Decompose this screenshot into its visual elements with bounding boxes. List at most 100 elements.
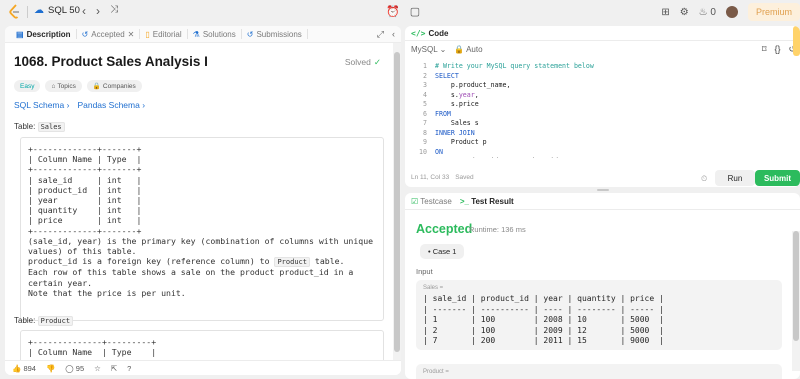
- code-line[interactable]: ON: [435, 148, 594, 158]
- problem-title: 1068. Product Sales Analysis I: [14, 54, 208, 69]
- product-table-chip: Product: [274, 257, 310, 268]
- line-number: 3: [423, 81, 427, 89]
- expand-icon[interactable]: ⤢: [377, 29, 384, 40]
- code-line[interactable]: INNER JOIN: [435, 129, 594, 139]
- pandas-schema-label: Pandas Schema: [77, 100, 140, 110]
- lock-icon: 🔒: [454, 44, 465, 54]
- submit-button[interactable]: Submit: [755, 170, 800, 186]
- like-button[interactable]: 👍 894: [12, 364, 36, 373]
- tab-description-label: Description: [26, 29, 71, 39]
- case-1-button[interactable]: • Case 1: [420, 244, 465, 259]
- line-number: 11: [405, 157, 427, 158]
- sales-input-box: Sales = | sale_id | product_id | year | …: [416, 280, 782, 350]
- bookmark-icon[interactable]: ⌑: [762, 44, 767, 55]
- tab-editorial-label: Editorial: [152, 29, 182, 39]
- tab-submissions[interactable]: ↺ Submissions: [242, 29, 308, 39]
- tab-solutions[interactable]: ⚗ Solutions: [188, 29, 242, 39]
- share-icon[interactable]: ⇱: [111, 364, 117, 373]
- topics-button[interactable]: ⌂ Topics: [45, 80, 82, 92]
- auto-mode-label: Auto: [466, 44, 483, 54]
- table1-note-2: product_id is a foreign key (reference c…: [28, 256, 376, 268]
- comments-button[interactable]: ◯ 95: [65, 364, 84, 373]
- companies-button[interactable]: 🔒 Companies: [86, 80, 142, 92]
- code-line[interactable]: # Write your MySQL query statement below: [435, 62, 594, 72]
- code-icon: </>: [411, 28, 426, 38]
- prev-problem-icon[interactable]: ‹: [82, 4, 86, 18]
- save-status: Saved: [455, 174, 474, 181]
- code-line[interactable]: Product p: [435, 138, 594, 148]
- language-select[interactable]: MySQL ⌄: [411, 45, 446, 54]
- comment-icon: ◯: [65, 363, 74, 373]
- table1-label: Table: Sales: [14, 122, 65, 132]
- book-icon: ▯: [145, 29, 150, 39]
- difficulty-badge: Easy: [14, 80, 41, 92]
- code-line[interactable]: Sales s: [435, 119, 594, 129]
- run-button[interactable]: Run: [715, 170, 755, 186]
- shuffle-icon[interactable]: ⤨: [110, 4, 118, 18]
- code-panel: </> Code MySQL ⌄ 🔒 Auto ⌑ {} ↺ 123456789…: [405, 26, 800, 187]
- table1-prefix: Table:: [14, 122, 38, 131]
- problem-list-button[interactable]: ☁ SQL 50: [34, 5, 80, 16]
- code-header-label: Code: [428, 28, 449, 38]
- description-tabbar: ▤ Description ↺ Accepted ✕ ▯ Editorial ⚗…: [5, 26, 401, 43]
- tab-description[interactable]: ▤ Description: [11, 29, 77, 39]
- result-scroll-thumb[interactable]: [793, 231, 799, 341]
- avatar[interactable]: [725, 6, 738, 18]
- favorite-star-icon[interactable]: ☆: [94, 364, 101, 373]
- side-scroll-indicator[interactable]: [793, 26, 800, 56]
- tab-testcase-label: Testcase: [420, 196, 452, 206]
- language-value: MySQL: [411, 44, 438, 54]
- description-footer: 👍 894 👎 ◯ 95 ☆ ⇱ ?: [5, 360, 401, 375]
- auto-mode-toggle[interactable]: 🔒 Auto: [454, 45, 482, 54]
- collapse-icon[interactable]: ‹: [392, 29, 395, 40]
- debug-icon[interactable]: ⏰: [386, 5, 400, 18]
- dislike-button[interactable]: 👎: [46, 364, 55, 373]
- next-problem-icon[interactable]: ›: [96, 4, 100, 18]
- code-editor[interactable]: 1234567891011 # Write your MySQL query s…: [405, 62, 800, 158]
- result-panel: ☑ Testcase >_ Test Result Accepted Runti…: [405, 193, 800, 379]
- document-icon: ▤: [16, 29, 24, 39]
- code-line[interactable]: SELECT: [435, 72, 594, 82]
- resize-handle[interactable]: [597, 189, 609, 191]
- layout-grid-icon[interactable]: ⊞: [661, 7, 669, 18]
- notes-icon[interactable]: ▢: [410, 5, 420, 18]
- table2-prefix: Table:: [14, 316, 38, 325]
- fire-icon: ♨: [698, 6, 708, 18]
- tab-editorial[interactable]: ▯ Editorial: [140, 29, 188, 39]
- table1-note-1: (sale_id, year) is the primary key (comb…: [28, 235, 378, 257]
- code-line[interactable]: s.product_id = p.product_id;: [435, 157, 594, 158]
- line-number: 8: [423, 128, 427, 137]
- timer-icon[interactable]: ⏲: [701, 174, 707, 184]
- code-line[interactable]: s.price: [435, 100, 594, 110]
- sql-schema-link[interactable]: SQL Schema ›: [14, 100, 69, 110]
- code-line[interactable]: s.year,: [435, 91, 594, 101]
- tab-test-result[interactable]: >_ Test Result: [460, 197, 514, 206]
- line-number: 10: [419, 147, 427, 156]
- pandas-schema-link[interactable]: Pandas Schema ›: [77, 100, 145, 110]
- tab-submissions-label: Submissions: [256, 29, 302, 39]
- braces-icon[interactable]: {}: [774, 44, 780, 55]
- product-input-box: Product =: [416, 364, 782, 379]
- help-icon[interactable]: ?: [127, 364, 131, 373]
- tab-accepted[interactable]: ↺ Accepted ✕: [77, 29, 141, 39]
- sales-input-label: Sales =: [423, 285, 444, 291]
- settings-gear-icon[interactable]: ⚙: [680, 7, 689, 18]
- line-number: 9: [423, 138, 427, 146]
- leetcode-logo[interactable]: [8, 4, 22, 20]
- premium-button[interactable]: Premium: [747, 3, 800, 21]
- tab-test-result-label: Test Result: [471, 196, 514, 206]
- thumbs-up-icon: 👍: [12, 363, 22, 373]
- top-bar: ☁ SQL 50 ‹ › ⤨ ⏰ ▢ ⊞ ⚙ ♨ 0 Premium: [0, 0, 800, 24]
- code-line[interactable]: p.product_name,: [435, 81, 594, 91]
- code-lines[interactable]: # Write your MySQL query statement below…: [435, 62, 594, 158]
- tab-testcase[interactable]: ☑ Testcase: [411, 197, 452, 206]
- case-1-label: Case 1: [432, 247, 457, 256]
- result-scrollbar[interactable]: [792, 231, 800, 371]
- thumbs-down-icon: 👎: [45, 363, 56, 373]
- code-line[interactable]: FROM: [435, 110, 594, 120]
- streak-counter[interactable]: ♨ 0: [699, 7, 716, 18]
- line-numbers: 1234567891011: [405, 62, 427, 158]
- checkbox-icon: ☑: [411, 196, 419, 206]
- close-tab-icon[interactable]: ✕: [128, 30, 135, 39]
- description-scroll-thumb[interactable]: [394, 52, 400, 352]
